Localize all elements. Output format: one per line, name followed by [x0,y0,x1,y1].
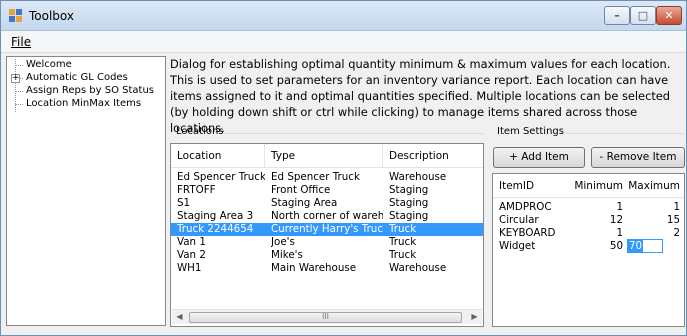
location-cell-type: Mike's [271,249,303,261]
toolbox-window: Toolbox – □ ✕ File Welcome + Automatic G… [0,0,687,336]
column-header-minimum[interactable]: Minimum [567,174,627,198]
item-cell-itemid: Widget [499,240,536,252]
locations-list[interactable]: Location Type Description Ed Spencer Tru… [170,143,484,327]
item-settings-grid[interactable]: ItemID Minimum Maximum AMDPROC 1 1 Circular… [492,173,685,327]
tree-item-label: Assign Reps by SO Status [26,85,154,96]
navigation-tree[interactable]: Welcome + Automatic GL Codes Assign Reps… [6,56,166,326]
dialog-description: Dialog for establishing optimal quantity… [170,57,671,135]
location-cell-description: Truck [389,236,417,248]
item-cell-itemid: Circular [499,214,539,226]
add-item-button[interactable]: + Add Item [493,147,585,168]
title-bar[interactable]: Toolbox – □ ✕ [1,1,686,31]
tree-item-label: Location MinMax Items [26,98,142,109]
tree-branch [15,65,23,66]
locations-list-header: Location Type Description [171,144,483,168]
scroll-thumb[interactable]: III [189,312,462,323]
item-cell-minimum[interactable]: 1 [567,227,623,240]
location-cell-description: Truck [389,223,417,235]
column-header-location[interactable]: Location [171,144,265,168]
location-row[interactable]: FRTOFF Front Office Staging [171,184,483,197]
item-settings-header: ItemID Minimum Maximum [493,174,684,198]
location-cell-type: Joe's [271,236,295,248]
location-row[interactable]: WH1 Main Warehouse Warehouse [171,262,483,275]
location-cell-location: Staging Area 3 [177,210,254,222]
location-cell-location: Ed Spencer Truck [177,171,265,183]
maximize-icon: □ [637,9,649,22]
item-cell-maximum[interactable]: 15 [627,214,680,227]
remove-item-button[interactable]: - Remove Item [591,147,685,168]
tree-item-location-minmax[interactable]: Location MinMax Items [7,98,165,111]
scroll-right-icon[interactable]: ▶ [467,310,482,325]
location-cell-description: Warehouse [389,171,447,183]
minimize-button[interactable]: – [604,6,630,25]
tree-item-label: Welcome [26,59,72,70]
location-cell-description: Staging [389,210,429,222]
item-row[interactable]: AMDPROC 1 1 [493,201,684,214]
column-header-itemid[interactable]: ItemID [493,174,567,198]
expand-plus-icon[interactable]: + [11,74,20,83]
toolbox-app-icon [9,9,23,23]
menu-file-label: File [11,35,32,49]
item-cell-maximum[interactable]: 1 [627,201,680,214]
tree-branch [15,91,23,92]
item-settings-group-divider [564,133,685,134]
locations-group-divider [223,133,484,134]
item-row[interactable]: Widget 50 70 [493,239,684,253]
location-cell-location: FRTOFF [177,184,216,196]
item-cell-itemid: AMDPROC [499,201,552,213]
column-header-description[interactable]: Description [383,144,483,168]
location-cell-location: Van 1 [177,236,206,248]
location-cell-description: Truck [389,249,417,261]
close-icon: ✕ [664,9,674,22]
location-cell-description: Staging [389,184,429,196]
location-cell-type: Main Warehouse [271,262,357,274]
scroll-left-icon[interactable]: ◀ [172,310,187,325]
minimize-icon: – [614,9,620,22]
locations-group-label: Locations [176,126,224,137]
item-cell-minimum[interactable]: 1 [567,201,623,214]
location-cell-description: Warehouse [389,262,447,274]
maximum-edit-field[interactable]: 70 [627,239,663,253]
close-button[interactable]: ✕ [656,6,682,25]
tree-item-assign-reps[interactable]: Assign Reps by SO Status [7,85,165,98]
maximum-edit-value: 70 [628,240,644,252]
location-row[interactable]: Van 2 Mike's Truck [171,249,483,262]
location-row[interactable]: Ed Spencer Truck Ed Spencer Truck Warehous… [171,171,483,184]
location-cell-location: Truck 2244654 [177,223,254,235]
item-cell-minimum[interactable]: 50 [567,240,623,253]
locations-horizontal-scrollbar[interactable]: ◀ III ▶ [172,309,482,324]
location-cell-type: Front Office [271,184,331,196]
menu-file[interactable]: File [11,35,31,49]
column-header-maximum[interactable]: Maximum [627,174,684,198]
location-cell-location: S1 [177,197,191,209]
window-title: Toolbox [29,9,74,23]
location-cell-location: WH1 [177,262,202,274]
tree-item-label: Automatic GL Codes [26,72,128,83]
location-row[interactable]: S1 Staging Area Staging [171,197,483,210]
location-cell-type: North corner of wareh... [271,210,383,222]
tree-item-automatic-gl-codes[interactable]: + Automatic GL Codes [7,72,165,85]
item-row[interactable]: Circular 12 15 [493,214,684,227]
menu-bar: File [1,31,686,53]
location-cell-type: Currently Harry's Truck [271,223,383,235]
item-cell-itemid: KEYBOARD [499,227,556,239]
location-row[interactable]: Van 1 Joe's Truck [171,236,483,249]
location-cell-type: Staging Area [271,197,338,209]
location-cell-description: Staging [389,197,429,209]
maximize-button[interactable]: □ [630,6,656,25]
item-cell-minimum[interactable]: 12 [567,214,623,227]
location-cell-type: Ed Spencer Truck [271,171,360,183]
location-cell-location: Van 2 [177,249,206,261]
tree-item-welcome[interactable]: Welcome [7,59,165,72]
tree-branch [15,104,23,105]
location-row[interactable]: Truck 2244654 Currently Harry's Truck Truc… [171,223,483,236]
item-settings-group-label: Item Settings [497,126,564,137]
column-header-type[interactable]: Type [265,144,383,168]
location-row[interactable]: Staging Area 3 North corner of wareh... St… [171,210,483,223]
